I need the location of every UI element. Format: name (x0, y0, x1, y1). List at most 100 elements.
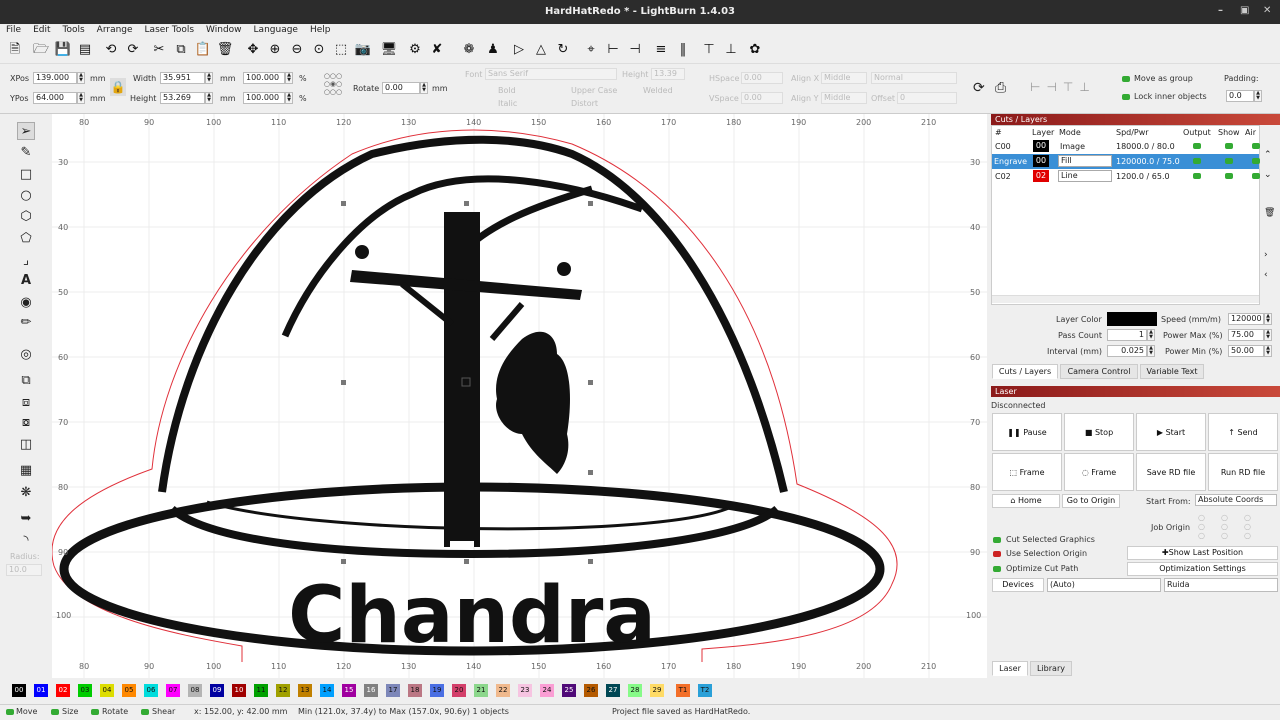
width-percent-input[interactable]: 100.000 (243, 72, 285, 84)
palette-swatch-26[interactable]: 26 (584, 684, 598, 697)
edit-nodes-icon[interactable]: ⬠ (17, 230, 35, 248)
palette-swatch-13[interactable]: 13 (298, 684, 312, 697)
output-toggle[interactable] (1193, 143, 1201, 149)
air-toggle[interactable] (1252, 143, 1260, 149)
paste-icon[interactable]: 📋 (194, 41, 212, 59)
palette-swatch-25[interactable]: 25 (562, 684, 576, 697)
arrange-icon[interactable]: ✿ (746, 41, 764, 59)
stop-button[interactable]: ■ Stop (1064, 413, 1134, 451)
move-mode-checkbox[interactable] (6, 709, 14, 715)
wpct-spinner[interactable]: ▲ ▼ (285, 72, 293, 84)
show-toggle[interactable] (1225, 143, 1233, 149)
horizontal-scrollbar[interactable] (992, 295, 1259, 303)
palette-swatch-09[interactable]: 09 (210, 684, 224, 697)
layer-row-mode-select[interactable]: Fill (1058, 155, 1112, 167)
palette-swatch-20[interactable]: 20 (452, 684, 466, 697)
palette-swatch-27[interactable]: 27 (606, 684, 620, 697)
show-toggle[interactable] (1225, 158, 1233, 164)
trace-icon[interactable]: ⌟ (17, 252, 35, 270)
menu-arrange[interactable]: Arrange (91, 24, 139, 35)
go-origin-button[interactable]: Go to Origin (1062, 494, 1120, 508)
start-button[interactable]: ▶ Start (1136, 413, 1206, 451)
ellipse-icon[interactable]: ○ (17, 187, 35, 205)
rotate-spinner[interactable]: ▲ ▼ (420, 82, 428, 94)
scroll-right-icon[interactable]: › (1264, 250, 1268, 260)
camera-icon[interactable]: 📷 (354, 41, 372, 59)
normal-select[interactable]: Normal (871, 72, 957, 84)
boolean-subtract-icon[interactable]: ⧈ (17, 394, 35, 412)
palette-swatch-05[interactable]: 05 (122, 684, 136, 697)
pass-count-input[interactable]: 1 (1107, 329, 1147, 341)
run-rd-button[interactable]: Run RD file (1208, 453, 1278, 491)
align-bottom-icon[interactable]: ⊥ (722, 41, 740, 59)
align-left-icon[interactable]: ⊢ (604, 41, 622, 59)
size-mode-checkbox[interactable] (51, 709, 59, 715)
palette-swatch-19[interactable]: 19 (430, 684, 444, 697)
pmax-spinner[interactable]: ▲ ▼ (1264, 329, 1272, 341)
tools-icon[interactable]: ✘ (428, 41, 446, 59)
rectangle-icon[interactable]: □ (17, 166, 35, 184)
move-up-icon[interactable]: ⌃ (1264, 150, 1272, 160)
delete-icon[interactable]: 🗑 (216, 41, 234, 59)
font-select[interactable]: Sans Serif (485, 68, 617, 80)
menu-edit[interactable]: Edit (27, 24, 56, 35)
palette-swatch-03[interactable]: 03 (78, 684, 92, 697)
start-from-select[interactable]: Absolute Coords (1195, 494, 1277, 506)
rotate-input[interactable]: 0.00 (382, 82, 420, 94)
device-select[interactable]: Ruida (1164, 578, 1278, 592)
move-group-checkbox[interactable] (1122, 76, 1130, 82)
port-select[interactable]: (Auto) (1047, 578, 1161, 592)
printer-icon[interactable]: ⎙ (995, 80, 1013, 98)
job-origin-grid[interactable]: ○○○ ○○○ ○○○ (1198, 513, 1264, 543)
tab-laser[interactable]: Laser (992, 661, 1028, 676)
text-height-input[interactable]: 13.39 (651, 68, 685, 80)
palette-swatch-23[interactable]: 23 (518, 684, 532, 697)
palette-swatch-29[interactable]: 29 (650, 684, 664, 697)
palette-swatch-16[interactable]: 16 (364, 684, 378, 697)
flip-icon[interactable]: △ (532, 41, 550, 59)
frame-circle-button[interactable]: ◌ Frame (1064, 453, 1134, 491)
redo-icon[interactable]: ⟳ (124, 41, 142, 59)
bold-label[interactable]: Bold (498, 86, 516, 95)
design-canvas[interactable]: Chandra 80 90 100 110 120 130 140 150 16… (52, 114, 987, 678)
offset-input[interactable]: 0 (897, 92, 957, 104)
select-arrow-icon[interactable]: ➢ (17, 122, 35, 140)
align-middle-icon[interactable]: ⊣ (626, 41, 644, 59)
layer-color-swatch[interactable] (1107, 312, 1157, 326)
corner-radius-icon[interactable]: ◝ (17, 532, 35, 550)
lock-ratio-icon[interactable]: 🔒 (110, 78, 126, 96)
text-tool-icon[interactable]: A (17, 272, 35, 290)
output-toggle[interactable] (1193, 173, 1201, 179)
position-pin-icon[interactable]: ◉ (17, 294, 35, 312)
lock-inner-checkbox[interactable] (1122, 94, 1130, 100)
boolean-union-icon[interactable]: ⧉ (17, 372, 35, 390)
tab-cuts-layers[interactable]: Cuts / Layers (992, 364, 1058, 379)
zoom-out-icon[interactable]: ⊖ (288, 41, 306, 59)
palette-swatch-14[interactable]: 14 (320, 684, 334, 697)
offset-shapes-icon[interactable]: ➥ (17, 510, 35, 528)
cut-icon[interactable]: ✂ (150, 41, 168, 59)
delete-layer-icon[interactable]: 🗑 (1264, 208, 1275, 218)
save-as-icon[interactable]: ▤ (76, 41, 94, 59)
optimize-cut-checkbox[interactable] (993, 566, 1001, 572)
zoom-fit-icon[interactable]: ⊙ (310, 41, 328, 59)
palette-swatch-04[interactable]: 04 (100, 684, 114, 697)
copy-icon[interactable]: ⧉ (172, 41, 190, 59)
palette-swatch-21[interactable]: 21 (474, 684, 488, 697)
upper-case-label[interactable]: Upper Case (571, 86, 617, 95)
open-folder-icon[interactable]: 🗁 (32, 41, 50, 59)
ypos-input[interactable]: 64.000 (33, 92, 77, 104)
menu-tools[interactable]: Tools (57, 24, 91, 35)
hpct-spinner[interactable]: ▲ ▼ (285, 92, 293, 104)
padding-input[interactable]: 0.0 (1226, 90, 1254, 102)
palette-swatch-22[interactable]: 22 (496, 684, 510, 697)
devices-button[interactable]: Devices (992, 578, 1044, 592)
person-icon[interactable]: ♟ (484, 41, 502, 59)
align-top-icon[interactable]: ⊤ (700, 41, 718, 59)
grid-array-icon[interactable]: ▦ (17, 462, 35, 480)
palette-swatch-07[interactable]: 07 (166, 684, 180, 697)
layer-row-mode[interactable]: Image (1060, 142, 1085, 151)
polygon-icon[interactable]: ⬡ (17, 208, 35, 226)
palette-swatch-15[interactable]: 15 (342, 684, 356, 697)
pause-button[interactable]: ❚❚ Pause (992, 413, 1062, 451)
